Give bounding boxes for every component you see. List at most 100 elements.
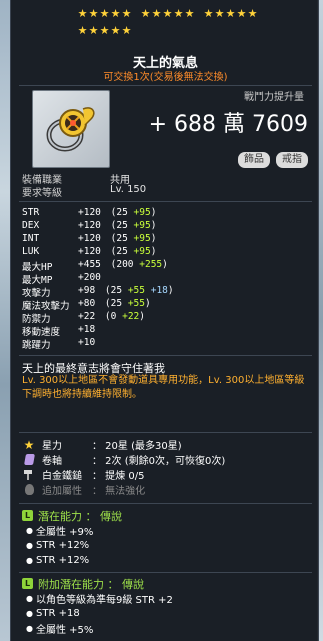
star-icon: ★ bbox=[77, 7, 88, 20]
stat-key: 防禦力 bbox=[22, 314, 51, 325]
star-group: ★ ★ ★ ★ ★ bbox=[203, 8, 258, 21]
stat-bonus: +95 bbox=[133, 246, 151, 257]
stat-total: +200 bbox=[78, 272, 101, 283]
stat-base: (25 bbox=[110, 207, 128, 218]
star-icon: ★ bbox=[121, 24, 132, 37]
stat-key: STR bbox=[22, 207, 40, 218]
stat-value-group: +120 (25 +95) bbox=[78, 233, 156, 246]
star-icon: ★ bbox=[247, 7, 258, 20]
star-icon: ★ bbox=[203, 7, 214, 20]
description-body: Lv. 300以上地區不會發動道具專用功能，Lv. 300以上地區等級下調時也將… bbox=[22, 375, 305, 400]
stat-key: 最大HP bbox=[22, 262, 53, 273]
stat-total: +10 bbox=[78, 337, 96, 348]
potential-line-text: STR +12% bbox=[36, 555, 90, 566]
star-icon: ★ bbox=[110, 7, 121, 20]
stat-value-group: +10 bbox=[78, 337, 99, 350]
additional-potential-line: ● 以角色等級為準每9級 STR +2 bbox=[22, 591, 314, 606]
stat-total: +120 bbox=[78, 207, 101, 218]
star-icon: ★ bbox=[99, 7, 110, 20]
divider bbox=[19, 355, 312, 356]
stat-bonus: +95 bbox=[133, 220, 151, 231]
additional-potential-title: 附加潛在能力 ： 傳說 bbox=[38, 577, 144, 591]
stat-value-group: +18 bbox=[78, 324, 99, 337]
stat-total: +98 bbox=[78, 285, 96, 296]
item-tooltip: ★ ★ ★ ★ ★ ★ ★ ★ ★ ★ ★ ★ ★ ★ ★ ★ ★ ★ ★ ★ 天上的氣息 可交換1次(交易後無法交… bbox=[10, 0, 319, 641]
legendary-badge-icon: L bbox=[22, 578, 33, 589]
potential-line: ● 全屬性 +9% bbox=[22, 523, 314, 538]
star-icon: ★ bbox=[23, 437, 35, 452]
potential-line: ● STR +12% bbox=[22, 553, 314, 568]
requirement-key: 要求等級 bbox=[22, 188, 62, 199]
stat-value-group: +455 (200 +255) bbox=[78, 259, 168, 272]
stat-key: DEX bbox=[22, 220, 40, 231]
divider bbox=[19, 432, 312, 433]
star-icon: ★ bbox=[173, 7, 184, 20]
potential-section: L 潛在能力 ： 傳說 ● 全屬性 +9% ● STR +12% ● STR +12% bbox=[22, 508, 314, 568]
additional-potential-line-text: STR +18 bbox=[36, 608, 80, 619]
star-icon: ★ bbox=[121, 7, 132, 20]
stat-value-group: +22 (0 +22) bbox=[78, 311, 145, 324]
legendary-badge-icon: L bbox=[22, 510, 33, 521]
star-group: ★ ★ ★ ★ ★ bbox=[77, 8, 132, 21]
requirement-row: 要求等級 Lv. 150 bbox=[22, 184, 312, 199]
star-icon: ★ bbox=[225, 7, 236, 20]
star-row: ★ ★ ★ ★ ★ ★ ★ ★ ★ ★ ★ ★ ★ ★ ★ bbox=[77, 8, 307, 21]
trade-note: 可交換1次(交易後無法交換) bbox=[103, 72, 228, 83]
additional-potential-header: L 附加潛在能力 ： 傳說 bbox=[22, 576, 314, 591]
tag-category: 飾品 bbox=[238, 152, 270, 168]
potential-line-text: STR +12% bbox=[36, 540, 90, 551]
enhancement-key: 星力 bbox=[42, 441, 62, 452]
stat-row: STR +120 (25 +95) bbox=[22, 207, 312, 220]
stat-close: ) bbox=[162, 259, 168, 270]
additional-potential-line-text: 全屬性 +5% bbox=[36, 625, 94, 636]
enhancement-row: ★ 星力 ： 20星 (最多30星) bbox=[22, 437, 312, 453]
stat-row: INT +120 (25 +95) bbox=[22, 233, 312, 246]
enhancement-value: ： 20星 (最多30星) bbox=[92, 441, 182, 452]
tag-type: 戒指 bbox=[276, 152, 308, 168]
stat-total: +22 bbox=[78, 311, 96, 322]
requirement-value: Lv. 150 bbox=[110, 184, 147, 195]
enhancement-key: 白金鐵鎚 bbox=[42, 471, 82, 482]
additional-potential-section: L 附加潛在能力 ： 傳說 ● 以角色等級為準每9級 STR +2 ● STR +1… bbox=[22, 576, 314, 636]
requirement-row: 裝備職業 共用 bbox=[22, 171, 312, 186]
potential-line-text: 全屬性 +9% bbox=[36, 527, 94, 538]
combat-power-value: + 688 萬 7609 bbox=[148, 112, 308, 137]
stat-base: (0 bbox=[104, 311, 117, 322]
stat-close: ) bbox=[150, 246, 157, 257]
star-force-stars: ★ ★ ★ ★ ★ ★ ★ ★ ★ ★ ★ ★ ★ ★ ★ ★ ★ ★ ★ ★ bbox=[77, 8, 307, 42]
stat-total: +80 bbox=[78, 298, 96, 309]
star-icon: ★ bbox=[214, 7, 225, 20]
item-icon-frame bbox=[32, 90, 110, 168]
stat-row: DEX +120 (25 +95) bbox=[22, 220, 312, 233]
stat-bonus: +55 bbox=[127, 298, 145, 309]
stat-base: (25 bbox=[104, 298, 123, 309]
stat-bonus: +95 bbox=[133, 207, 151, 218]
additional-potential-line: ● STR +18 bbox=[22, 606, 314, 621]
stat-key: INT bbox=[22, 233, 40, 244]
stat-base: (25 bbox=[110, 246, 128, 257]
divider bbox=[19, 503, 312, 504]
stat-value-group: +120 (25 +95) bbox=[78, 246, 156, 259]
bullet-icon: ● bbox=[26, 609, 33, 618]
divider bbox=[19, 85, 312, 86]
stat-bonus: +95 bbox=[133, 233, 151, 244]
stat-base: (25 bbox=[104, 285, 123, 296]
stat-row: LUK +120 (25 +95) bbox=[22, 246, 312, 259]
star-group: ★ ★ ★ ★ ★ bbox=[140, 8, 195, 21]
stat-key: 魔法攻擊力 bbox=[22, 301, 70, 312]
additional-potential-line-text: 以角色等級為準每9級 STR +2 bbox=[36, 595, 173, 606]
stat-row: 魔法攻擊力 +80 (25 +55) bbox=[22, 298, 312, 312]
stat-total: +120 bbox=[78, 220, 101, 231]
enhancement-value: ： 提煉 0/5 bbox=[92, 471, 145, 482]
star-icon: ★ bbox=[110, 24, 121, 37]
combat-power-label: 戰鬥力提升量 bbox=[244, 92, 304, 103]
stat-close: ) bbox=[139, 311, 145, 322]
star-icon: ★ bbox=[99, 24, 110, 37]
enhancement-value: ： 2次 (剩餘0次，可恢復0次) bbox=[92, 456, 226, 467]
bullet-icon: ● bbox=[26, 526, 33, 535]
stat-close: ) bbox=[150, 220, 157, 231]
star-icon: ★ bbox=[236, 7, 247, 20]
enhancement-row: 追加屬性 ： 無法強化 bbox=[22, 482, 312, 497]
item-tags: 飾品 戒指 bbox=[238, 152, 308, 168]
stat-key: 跳躍力 bbox=[22, 340, 51, 351]
